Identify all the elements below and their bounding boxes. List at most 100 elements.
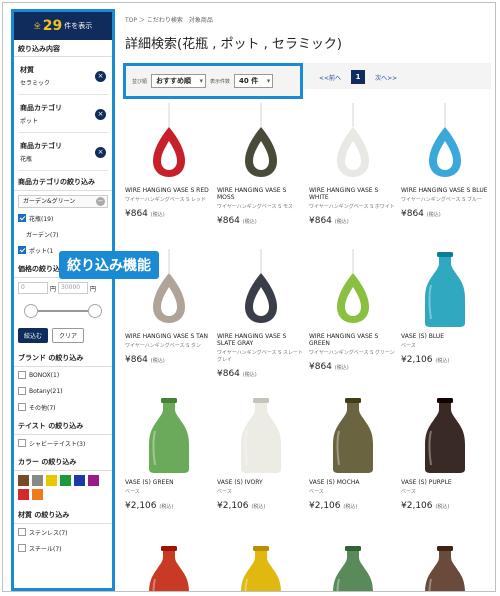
product-name[interactable]: VASE (S) PURPLE [401,479,489,486]
vase-illustration [149,398,189,473]
remove-filter-icon[interactable]: × [95,71,106,82]
product-card[interactable]: VASE (S) PURPLE ベース ¥2,106 (税込) [401,395,489,511]
checkbox[interactable] [18,528,26,536]
brand-option[interactable]: その他(7) [14,399,112,415]
checkbox[interactable] [18,246,26,254]
product-image[interactable] [125,543,213,591]
product-image[interactable] [125,395,213,475]
checkbox[interactable] [18,387,26,395]
apply-button[interactable]: 絞込む [18,328,49,343]
category-select[interactable]: ガーデン&グリーン − [18,195,108,208]
product-image[interactable] [401,103,489,183]
product-card[interactable] [401,543,489,591]
product-name[interactable]: WIRE HANGING VASE S MOSS [217,187,305,201]
product-card[interactable] [217,543,305,591]
product-card[interactable]: VASE (S) IVORY ベース ¥2,106 (税込) [217,395,305,511]
product-card[interactable]: WIRE HANGING VASE S BLUE ワイヤーハンギングベース S ブ… [401,103,489,219]
product-image[interactable] [401,249,489,329]
slider-max-handle[interactable] [88,304,102,318]
checkbox[interactable] [18,403,26,411]
filter-chip-value: セラミック [20,80,51,87]
remove-filter-icon[interactable]: × [95,109,106,120]
product-card[interactable]: VASE (S) MOCHA ベース ¥2,106 (税込) [309,395,397,511]
color-swatch[interactable] [60,475,71,486]
product-name[interactable]: VASE (S) GREEN [125,479,213,486]
color-swatch[interactable] [46,475,57,486]
product-name[interactable]: VASE (S) MOCHA [309,479,397,486]
product-image[interactable] [217,249,305,329]
clear-button[interactable]: クリア [52,328,85,343]
product-image[interactable] [309,103,397,183]
sort-select[interactable]: おすすめ順 [151,74,207,88]
product-image[interactable] [217,103,305,183]
product-card[interactable]: WIRE HANGING VASE S MOSS ワイヤーハンギングベース S モ… [217,103,305,226]
price-min-input[interactable]: 0 [18,282,48,294]
material-option[interactable]: スチール(7) [14,540,112,556]
prev-page-link[interactable]: <<前へ [319,73,341,82]
category-option[interactable]: 花瓶(19) [14,210,112,226]
product-name[interactable]: WIRE HANGING VASE S BLUE [401,187,489,194]
product-image[interactable] [309,395,397,475]
price-value: ¥864 [125,355,148,365]
color-swatch[interactable] [88,475,99,486]
checkbox[interactable] [18,214,26,222]
filter-chip-value: ポット [20,118,39,125]
brand-option[interactable]: BONOX(1) [14,367,112,383]
product-name[interactable]: WIRE HANGING VASE S TAN [125,333,213,340]
material-option-label: スチール(7) [29,545,62,553]
product-name[interactable]: WIRE HANGING VASE S GREEN [309,333,397,347]
category-option-label: 花瓶(19) [29,215,54,223]
price-slider[interactable] [24,304,102,318]
product-image[interactable] [125,103,213,183]
product-card[interactable]: VASE (S) BLUE ベース ¥2,106 (税込) [401,249,489,365]
checkbox[interactable] [18,371,26,379]
vase-lip [345,546,361,551]
color-swatches [14,471,112,504]
product-card[interactable] [309,543,397,591]
slider-min-handle[interactable] [24,304,38,318]
per-page-select[interactable]: 40 件 [234,74,274,88]
product-image[interactable] [309,543,397,591]
color-swatch[interactable] [32,489,43,500]
color-swatch[interactable] [32,475,43,486]
product-card[interactable]: WIRE HANGING VASE S SLATE GRAY ワイヤーハンギングベ… [217,249,305,379]
product-name[interactable]: WIRE HANGING VASE S WHITE [309,187,397,201]
color-swatch[interactable] [74,475,85,486]
tax-note: (税込) [435,504,450,510]
next-page-link[interactable]: 次へ>> [375,73,397,82]
vase-illustration [425,252,465,327]
product-image[interactable] [309,249,397,329]
product-image[interactable] [217,543,305,591]
color-swatch[interactable] [18,489,29,500]
vase-lip [253,546,269,551]
current-page[interactable]: 1 [351,70,366,84]
product-subtitle: ベース [309,489,324,495]
vase-illustration [149,546,189,591]
material-option[interactable]: ステンレス(7) [14,524,112,540]
product-name[interactable]: VASE (S) BLUE [401,333,489,340]
product-card[interactable]: VASE (S) GREEN ベース ¥2,106 (税込) [125,395,213,511]
product-price: ¥864 (税込) [217,369,305,379]
remove-filter-icon[interactable]: × [95,147,106,158]
product-card[interactable] [125,543,213,591]
breadcrumb[interactable]: TOP ＞ こだわり検索 対象商品 [125,15,213,24]
collapse-icon[interactable]: − [96,197,105,206]
checkbox[interactable] [18,544,26,552]
category-option[interactable]: ガーデン(7) [14,226,112,242]
price-max-input[interactable]: 30000 [58,282,89,294]
product-card[interactable]: WIRE HANGING VASE S GREEN ワイヤーハンギングベース S … [309,249,397,372]
product-image[interactable] [217,395,305,475]
product-card[interactable]: WIRE HANGING VASE S WHITE ワイヤーハンギングベース S … [309,103,397,226]
product-image[interactable] [401,395,489,475]
product-card[interactable]: WIRE HANGING VASE S RED ワイヤーハンギングベース S レッ… [125,103,213,219]
product-name[interactable]: VASE (S) IVORY [217,479,305,486]
vase-illustration [245,103,277,177]
checkbox[interactable] [18,439,26,447]
product-image[interactable] [401,543,489,591]
product-name[interactable]: WIRE HANGING VASE S SLATE GRAY [217,333,305,347]
taste-option[interactable]: シャビーテイスト(3) [14,435,112,451]
count-suffix: 件を表示 [64,22,93,30]
brand-option[interactable]: Botany(21) [14,383,112,399]
product-name[interactable]: WIRE HANGING VASE S RED [125,187,213,194]
color-swatch[interactable] [18,475,29,486]
